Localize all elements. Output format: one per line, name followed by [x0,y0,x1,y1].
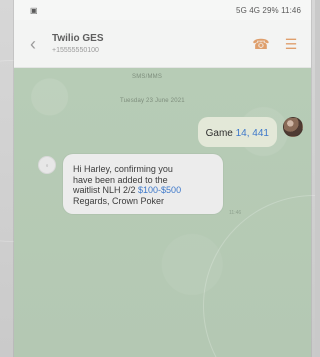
chat-header: ‹ Twilio GES +15555550100 ☎ ☰ [14,20,311,68]
phone-icon: ☎ [252,35,270,52]
outgoing-prefix: Game [205,128,236,139]
menu-button[interactable]: ☰ [283,36,299,52]
message-time: 11:46 [229,210,242,216]
contact-number: +15555550100 [52,46,99,54]
incoming-bubble: Hi Harley, confirming you have been adde… [63,154,223,215]
phone-screen: ▣ 5G 4G 29% 11:46 ‹ Twilio GES +15555550… [14,0,311,357]
sender-avatar [283,117,303,137]
system-label: SMS/MMS [132,74,163,80]
outgoing-message: Game 14, 441 [197,117,303,147]
incoming-avatar: ◦ [38,156,56,174]
status-text: 5G 4G 29% 11:46 [236,5,301,15]
menu-icon: ☰ [284,35,298,52]
chat-area: SMS/MMS Tuesday 23 June 2021 Game 14, 44… [14,68,311,357]
incoming-line-2: have been added to the [73,174,168,185]
date-label: Tuesday 23 June 2021 [120,98,185,104]
header-left: ‹ Twilio GES +15555550100 [24,32,104,54]
incoming-line-3: waitlist NLH 2/2 $100-$500 [73,185,213,196]
incoming-line-4: Regards, Crown Poker [73,195,165,206]
outgoing-amount: 14, 441 [235,128,269,139]
status-right: 5G 4G 29% 11:46 [236,6,301,15]
status-left: ▣ [30,6,38,15]
incoming-line-1: Hi Harley, confirming you [73,164,173,174]
contact-block: Twilio GES +15555550100 [52,32,104,54]
back-button[interactable]: ‹ [24,35,42,53]
outgoing-text: Game 14, 441 [206,128,269,139]
user-icon: ◦ [45,160,49,170]
chevron-left-icon: ‹ [30,33,36,54]
stake-link[interactable]: $100-$500 [138,185,181,195]
waitlist-text: waitlist NLH 2/2 [73,185,139,196]
outgoing-bubble: Game 14, 441 [197,117,277,147]
image-icon: ▣ [30,5,38,15]
call-button[interactable]: ☎ [252,35,270,52]
contact-name: Twilio GES [52,32,104,44]
header-actions: ☎ ☰ [252,35,299,52]
status-bar: ▣ 5G 4G 29% 11:46 [14,0,311,20]
incoming-line-3-text: waitlist NLH 2/2 $100-$500 [73,185,181,195]
page-background: ▣ 5G 4G 29% 11:46 ‹ Twilio GES +15555550… [0,0,315,357]
